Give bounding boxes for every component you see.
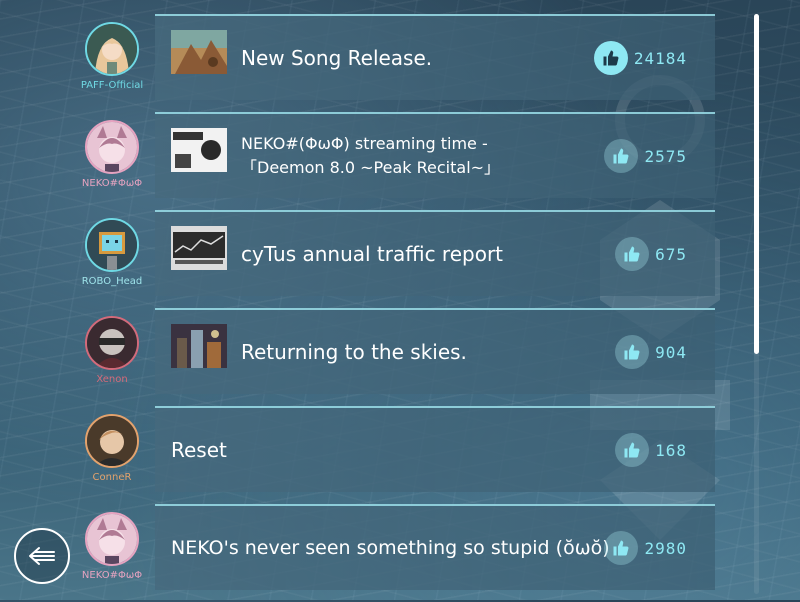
post-title[interactable]: cyTus annual traffic report xyxy=(241,212,575,296)
avatar[interactable] xyxy=(85,22,139,76)
post-thumbnail xyxy=(171,30,227,74)
post-title[interactable]: Reset xyxy=(171,408,575,492)
author-name: ConneR xyxy=(92,472,132,483)
author-block[interactable]: NEKO#ΦωΦ xyxy=(80,512,144,581)
post-feed[interactable]: PAFF-Official New Song Release. 24184 NE… xyxy=(0,0,760,600)
post-thumbnail xyxy=(171,226,227,270)
like-button[interactable] xyxy=(615,433,650,467)
list-item[interactable]: NEKO#ΦωΦ NEKO's never seen something so … xyxy=(0,504,760,602)
avatar-masked-figure-icon xyxy=(87,318,137,368)
like-button[interactable] xyxy=(604,139,639,173)
like-count: 904 xyxy=(655,342,687,362)
post-card[interactable]: Reset 168 xyxy=(155,406,715,492)
like-control[interactable]: 2980 xyxy=(604,528,687,568)
like-control[interactable]: 675 xyxy=(615,234,687,274)
thumbs-up-icon xyxy=(613,148,629,164)
like-button[interactable] xyxy=(604,531,639,565)
post-card[interactable]: New Song Release. 24184 xyxy=(155,14,715,100)
post-card[interactable]: Returning to the skies. 904 xyxy=(155,308,715,394)
list-item[interactable]: PAFF-Official New Song Release. 24184 xyxy=(0,14,760,112)
avatar-cat-girl-icon xyxy=(87,122,137,172)
list-item[interactable]: Xenon Returning to the skies. 904 xyxy=(0,308,760,406)
post-card[interactable]: NEKO#(ΦωΦ) streaming time - 「Deemon 8.0 … xyxy=(155,112,715,198)
author-name: NEKO#ΦωΦ xyxy=(81,178,143,189)
list-item[interactable]: ROBO_Head cyTus annual traffic report 67 xyxy=(0,210,760,308)
like-control[interactable]: 24184 xyxy=(593,38,687,78)
author-block[interactable]: PAFF-Official xyxy=(80,22,144,91)
author-name: Xenon xyxy=(96,374,128,385)
post-title[interactable]: NEKO#(ΦωΦ) streaming time - 「Deemon 8.0 … xyxy=(241,114,575,198)
like-button[interactable] xyxy=(615,335,650,369)
thumbs-up-icon xyxy=(603,50,619,66)
post-title[interactable]: NEKO's never seen something so stupid (ŏ… xyxy=(171,506,610,590)
avatar[interactable] xyxy=(85,414,139,468)
avatar-girl-icon xyxy=(87,24,137,74)
author-block[interactable]: NEKO#ΦωΦ xyxy=(80,120,144,189)
post-card[interactable]: cyTus annual traffic report 675 xyxy=(155,210,715,296)
thumbs-up-icon xyxy=(624,246,640,262)
avatar[interactable] xyxy=(85,512,139,566)
back-arrow-icon xyxy=(29,547,55,565)
author-name: PAFF-Official xyxy=(80,80,144,91)
like-count: 2575 xyxy=(644,146,687,166)
avatar-cat-girl-icon xyxy=(87,514,137,564)
scrollbar-thumb[interactable] xyxy=(754,14,759,354)
back-button[interactable] xyxy=(14,528,70,584)
avatar[interactable] xyxy=(85,218,139,272)
thumbs-up-icon xyxy=(624,442,640,458)
post-thumbnail xyxy=(171,324,227,368)
author-name: ROBO_Head xyxy=(81,276,143,287)
list-item[interactable]: ConneR Reset 168 xyxy=(0,406,760,504)
author-name: NEKO#ΦωΦ xyxy=(81,570,143,581)
avatar-robot-icon xyxy=(87,220,137,270)
like-button[interactable] xyxy=(615,237,650,271)
like-control[interactable]: 904 xyxy=(615,332,687,372)
post-thumbnail xyxy=(171,128,227,172)
like-control[interactable]: 168 xyxy=(615,430,687,470)
avatar[interactable] xyxy=(85,316,139,370)
like-count: 2980 xyxy=(644,538,687,558)
like-control[interactable]: 2575 xyxy=(604,136,687,176)
author-block[interactable]: ConneR xyxy=(80,414,144,483)
author-block[interactable]: Xenon xyxy=(80,316,144,385)
post-title[interactable]: New Song Release. xyxy=(241,16,575,100)
post-title[interactable]: Returning to the skies. xyxy=(241,310,575,394)
like-count: 675 xyxy=(655,244,687,264)
avatar[interactable] xyxy=(85,120,139,174)
post-card[interactable]: NEKO's never seen something so stupid (ŏ… xyxy=(155,504,715,590)
thumbs-up-icon xyxy=(624,344,640,360)
avatar-boy-icon xyxy=(87,416,137,466)
list-item[interactable]: NEKO#ΦωΦ NEKO#(ΦωΦ) streaming time - 「De… xyxy=(0,112,760,210)
like-count: 24184 xyxy=(633,48,687,68)
like-count: 168 xyxy=(655,440,687,460)
author-block[interactable]: ROBO_Head xyxy=(80,218,144,287)
thumbs-up-icon xyxy=(613,540,629,556)
like-button[interactable] xyxy=(593,41,628,75)
